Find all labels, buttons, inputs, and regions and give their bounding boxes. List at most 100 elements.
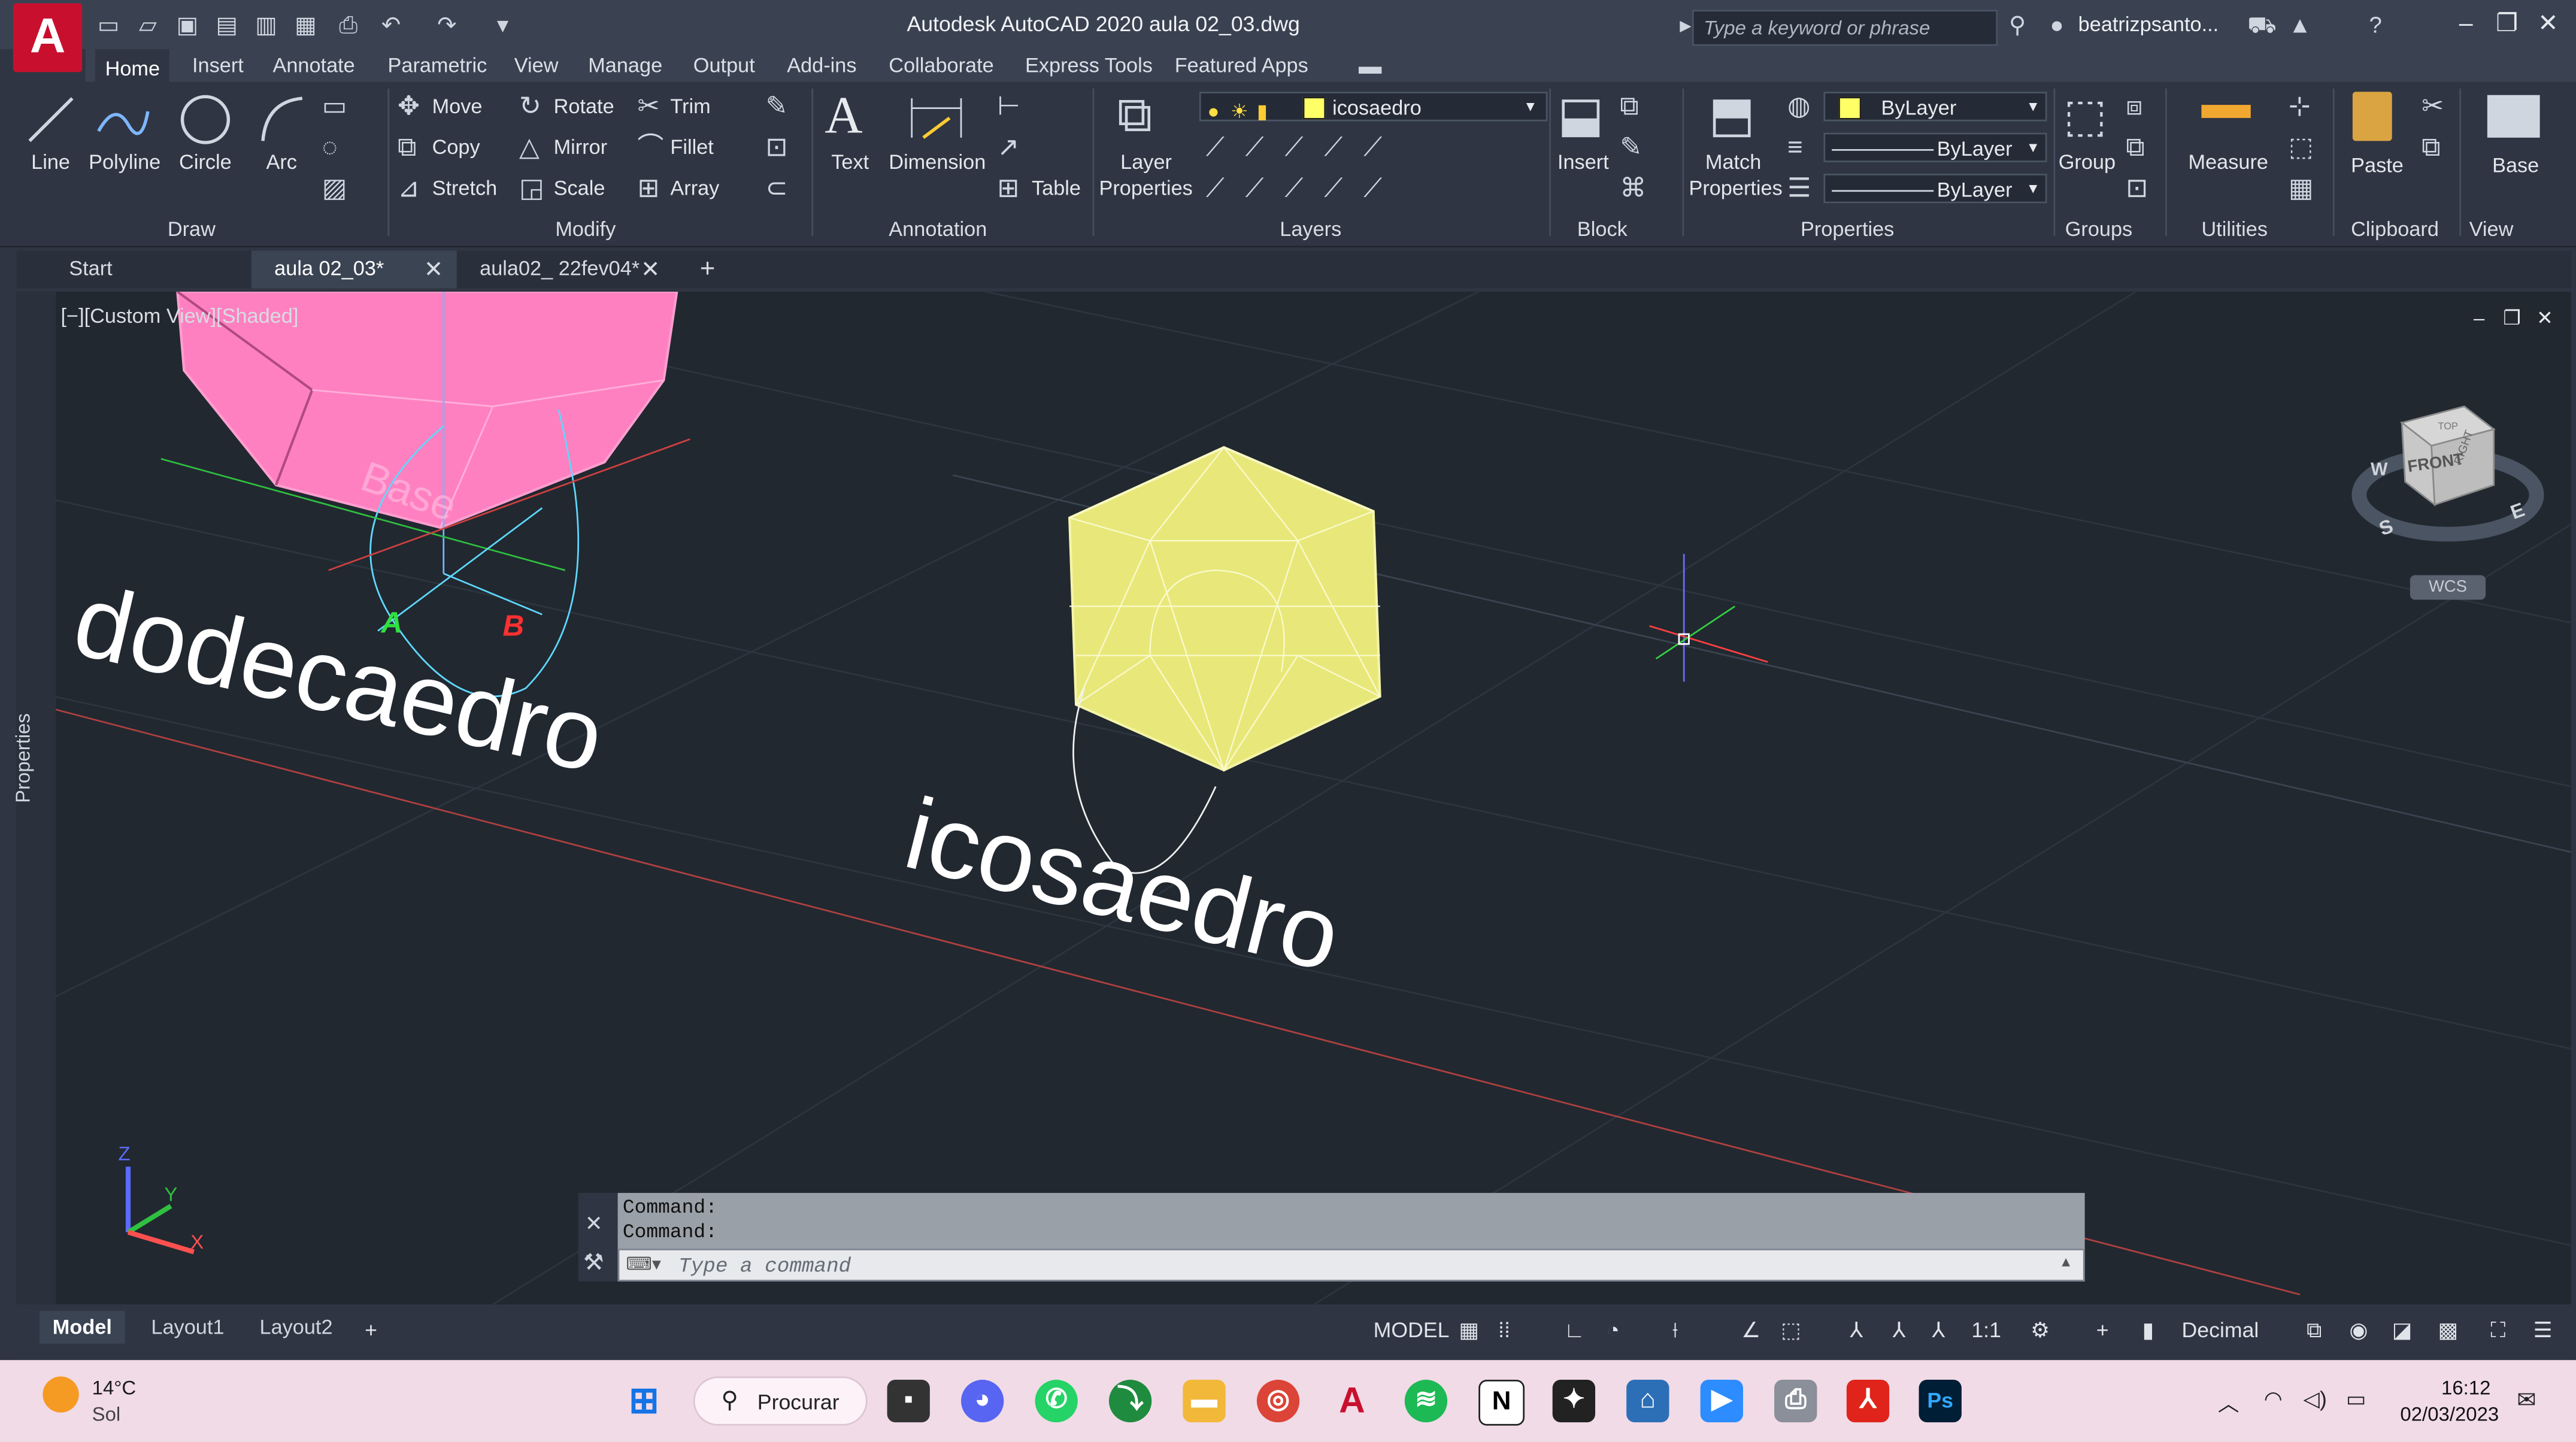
layer-on-icon[interactable]: ●: [1208, 96, 1220, 126]
match-properties-label-2[interactable]: Properties: [1689, 177, 1782, 200]
chevron-down-icon[interactable]: ▾: [2029, 93, 2037, 123]
whatsapp-icon[interactable]: ✆: [1035, 1380, 1078, 1423]
command-line[interactable]: ⌨▾ ▴: [617, 1249, 2085, 1283]
insert-button[interactable]: Insert: [1557, 151, 1609, 174]
open-folder-icon[interactable]: ▱: [135, 11, 161, 38]
new-file-icon[interactable]: ▭: [95, 11, 122, 38]
layer-tool-icon[interactable]: ⟋: [1206, 176, 1225, 204]
notification-icon[interactable]: ✉: [2517, 1386, 2536, 1414]
dimension-icon[interactable]: [907, 92, 966, 147]
cart-icon[interactable]: ⛟: [2247, 11, 2276, 38]
panel-title-clipboard[interactable]: Clipboard: [2351, 218, 2439, 241]
taskbar-search-label[interactable]: Procurar: [757, 1389, 840, 1414]
layer-tool-icon[interactable]: ⟋: [1245, 135, 1264, 162]
units-icon[interactable]: ▮: [2142, 1317, 2154, 1344]
copy-clip-icon[interactable]: ⧉: [2422, 135, 2440, 162]
layer-tool-icon[interactable]: ⟋: [1285, 176, 1304, 204]
spotify-icon[interactable]: ≋: [1404, 1380, 1448, 1423]
hardware-acceleration-icon[interactable]: ◉: [2349, 1317, 2368, 1344]
autodesk-a360-icon[interactable]: ▲: [2287, 11, 2313, 38]
task-view-icon[interactable]: ▪: [887, 1380, 930, 1423]
calculator-icon[interactable]: ▦: [2289, 176, 2313, 204]
photoshop-icon[interactable]: Ps: [1919, 1380, 1962, 1423]
tab-home[interactable]: Home: [95, 49, 170, 86]
printer-icon[interactable]: ⎙: [1774, 1380, 1817, 1423]
publish-icon[interactable]: ▦: [292, 11, 319, 38]
compass-west-label[interactable]: W: [2371, 460, 2388, 480]
viewcube-top-label[interactable]: TOP: [2438, 421, 2459, 432]
lineweight-dropdown[interactable]: ByLayer ▾: [1823, 132, 2047, 163]
trim-button[interactable]: Trim: [670, 95, 710, 118]
group-select-icon[interactable]: ⊡: [2126, 176, 2148, 204]
file-explorer-icon[interactable]: ▬: [1183, 1380, 1226, 1423]
table-button[interactable]: Table: [1032, 177, 1081, 200]
layer-dropdown[interactable]: ● ☀ ▮ icosaedro ▾: [1199, 92, 1548, 123]
inkscape-icon[interactable]: ✦: [1552, 1380, 1596, 1423]
layer-tool-icon[interactable]: ⟋: [1245, 176, 1264, 204]
rectangle-icon[interactable]: ▭: [322, 94, 347, 122]
layer-tool-icon[interactable]: ⟋: [1363, 135, 1382, 162]
layer-properties-icon[interactable]: ⧉: [1117, 91, 1153, 141]
app-green-icon[interactable]: ⤵: [1108, 1380, 1152, 1423]
panel-title-properties[interactable]: Properties: [1801, 218, 1894, 241]
rotate-button[interactable]: Rotate: [554, 95, 614, 118]
cut-icon[interactable]: ✂: [2422, 94, 2444, 122]
layer-tool-icon[interactable]: ⟋: [1363, 176, 1382, 204]
close-icon[interactable]: ✕: [424, 256, 443, 284]
save-icon[interactable]: ▣: [174, 11, 201, 38]
linear-dimension-icon[interactable]: ⊢: [997, 94, 1020, 122]
isodraft-icon[interactable]: ⟊: [1672, 1317, 1678, 1344]
viewport-close-button[interactable]: ✕: [2527, 301, 2563, 334]
redo-icon[interactable]: ↷: [434, 11, 460, 38]
layout-tab-model[interactable]: Model: [39, 1311, 125, 1344]
units-dropdown[interactable]: Decimal: [2182, 1317, 2259, 1344]
layer-tool-icon[interactable]: ⟋: [1324, 176, 1342, 204]
weather-condition[interactable]: Sol: [92, 1402, 121, 1425]
group-edit-icon[interactable]: ⧉: [2126, 135, 2144, 162]
volume-icon[interactable]: ◁): [2304, 1386, 2327, 1413]
notion-icon[interactable]: N: [1478, 1380, 1525, 1426]
help-search-box[interactable]: [1692, 10, 1998, 46]
text-button[interactable]: Text: [831, 151, 869, 174]
gear-icon[interactable]: ⚙: [2031, 1317, 2050, 1344]
layout-tab-layout1[interactable]: Layout1: [138, 1311, 237, 1344]
line-button[interactable]: Line: [31, 151, 70, 174]
weather-sun-icon[interactable]: [43, 1376, 79, 1413]
fillet-button[interactable]: Fillet: [670, 136, 713, 159]
doc-tab-start[interactable]: Start: [46, 251, 251, 289]
help-search-input[interactable]: [1693, 11, 1996, 44]
zoom-icon[interactable]: ▶: [1700, 1380, 1743, 1423]
ellipse-icon[interactable]: ◌: [322, 135, 338, 162]
linetype-dropdown[interactable]: ByLayer ▾: [1823, 174, 2047, 204]
ortho-icon[interactable]: ∟: [1564, 1317, 1585, 1344]
object-snap-icon[interactable]: ⬚: [1781, 1317, 1801, 1344]
grid-icon[interactable]: ▦: [1459, 1317, 1479, 1344]
user-sign-in[interactable]: beatrizpsanto...: [2078, 13, 2219, 36]
chrome-icon[interactable]: ◎: [1256, 1380, 1300, 1423]
chevron-down-icon[interactable]: ▾: [1526, 93, 1535, 123]
tab-manage[interactable]: Manage: [578, 49, 672, 82]
match-properties-icon[interactable]: ⬒: [1708, 91, 1755, 141]
tab-view[interactable]: View: [504, 49, 568, 82]
copy-button[interactable]: Copy: [432, 136, 480, 159]
chevron-down-icon[interactable]: ▾: [2029, 134, 2037, 163]
panel-title-layers[interactable]: Layers: [1280, 218, 1341, 241]
command-prompt-icon[interactable]: ⌨▾: [626, 1253, 661, 1275]
wifi-icon[interactable]: ◠: [2264, 1386, 2283, 1413]
weather-temperature[interactable]: 14°C: [92, 1377, 137, 1399]
match-properties-label-1[interactable]: Match: [1705, 151, 1761, 174]
viewport-restore-button[interactable]: ❐: [2494, 301, 2530, 334]
base-button[interactable]: Base: [2492, 154, 2539, 177]
customize-menu-icon[interactable]: ☰: [2533, 1317, 2553, 1344]
fullscreen-icon[interactable]: ⛶: [2490, 1317, 2505, 1344]
sketchup-icon[interactable]: ⌂: [1626, 1380, 1669, 1423]
application-menu-button[interactable]: A: [13, 3, 83, 72]
isolate-objects-icon[interactable]: ◪: [2392, 1317, 2413, 1344]
panel-title-groups[interactable]: Groups: [2065, 218, 2132, 241]
layer-lock-icon[interactable]: ▮: [1257, 96, 1268, 126]
color-dropdown[interactable]: ByLayer ▾: [1823, 92, 2047, 123]
clock-time[interactable]: 16:12: [2441, 1377, 2490, 1399]
wrench-icon[interactable]: ⚒: [583, 1249, 604, 1277]
offset-icon[interactable]: ⊂: [766, 176, 788, 204]
text-icon[interactable]: A: [825, 85, 862, 146]
